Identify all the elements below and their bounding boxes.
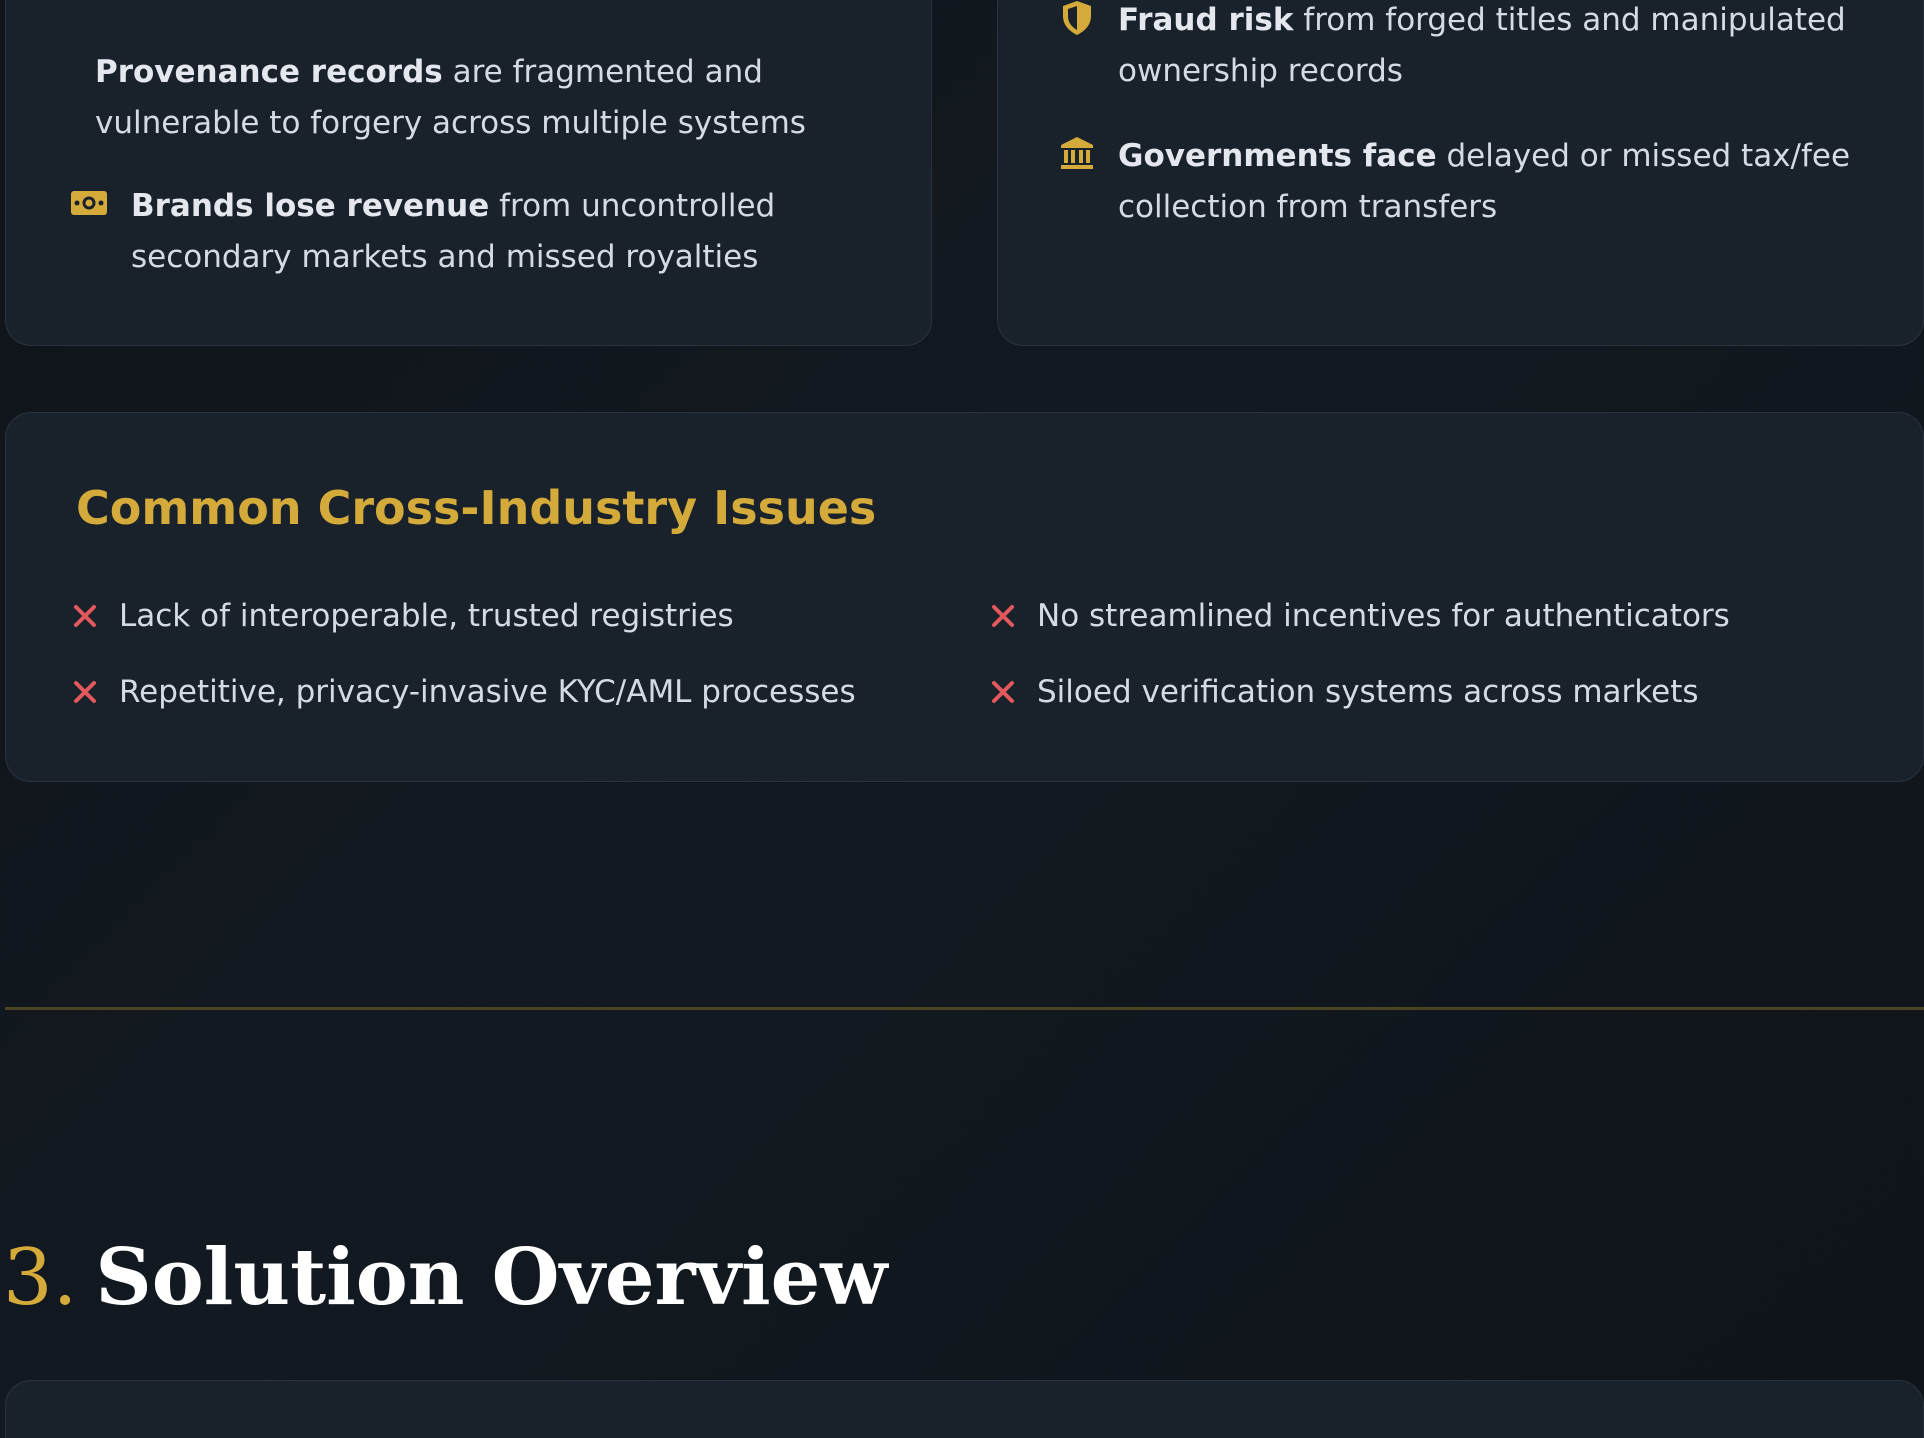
brands-bold: Brands lose revenue bbox=[131, 188, 490, 224]
issue-item: No streamlined incentives for authentica… bbox=[1037, 598, 1730, 634]
problem-card-left: Provenance records are fragmented and vu… bbox=[5, 0, 932, 346]
governments-text-line2: collection from transfers bbox=[1118, 189, 1498, 225]
solution-card bbox=[5, 1380, 1924, 1438]
fraud-text-line2: ownership records bbox=[1118, 53, 1403, 89]
problem-card-right: Fraud risk from forged titles and manipu… bbox=[997, 0, 1924, 346]
x-icon bbox=[992, 605, 1014, 627]
provenance-bold: Provenance records bbox=[95, 54, 443, 90]
money-bill-icon bbox=[69, 183, 109, 223]
issues-heading: Common Cross-Industry Issues bbox=[76, 481, 877, 535]
brands-item: Brands lose revenue from uncontrolled se… bbox=[131, 181, 911, 283]
brands-text-line2: secondary markets and missed royalties bbox=[131, 239, 759, 275]
provenance-text: are fragmented and bbox=[442, 54, 763, 90]
section-divider bbox=[5, 1007, 1924, 1010]
brands-text: from uncontrolled bbox=[489, 188, 776, 224]
governments-bold: Governments face bbox=[1118, 138, 1437, 174]
shield-icon bbox=[1057, 0, 1097, 38]
fraud-text: from forged titles and manipulated bbox=[1293, 2, 1846, 38]
fraud-bold: Fraud risk bbox=[1118, 2, 1294, 38]
x-icon bbox=[74, 605, 96, 627]
section-title: Solution Overview bbox=[95, 1232, 888, 1323]
issue-item: Siloed verification systems across marke… bbox=[1037, 674, 1699, 710]
fraud-item: Fraud risk from forged titles and manipu… bbox=[1118, 0, 1908, 97]
issue-item: Lack of interoperable, trusted registrie… bbox=[119, 598, 734, 634]
issues-card: Common Cross-Industry Issues Lack of int… bbox=[5, 412, 1924, 782]
governments-item: Governments face delayed or missed tax/f… bbox=[1118, 131, 1908, 233]
provenance-text-line2: vulnerable to forgery across multiple sy… bbox=[95, 105, 806, 141]
governments-text: delayed or missed tax/fee bbox=[1436, 138, 1851, 174]
section-heading: 3. Solution Overview bbox=[3, 1228, 887, 1328]
x-icon bbox=[74, 681, 96, 703]
x-icon bbox=[992, 681, 1014, 703]
section-number: 3. bbox=[3, 1233, 78, 1323]
provenance-item: Provenance records are fragmented and vu… bbox=[95, 47, 895, 149]
issue-item: Repetitive, privacy-invasive KYC/AML pro… bbox=[119, 674, 856, 710]
bank-icon bbox=[1057, 133, 1097, 173]
